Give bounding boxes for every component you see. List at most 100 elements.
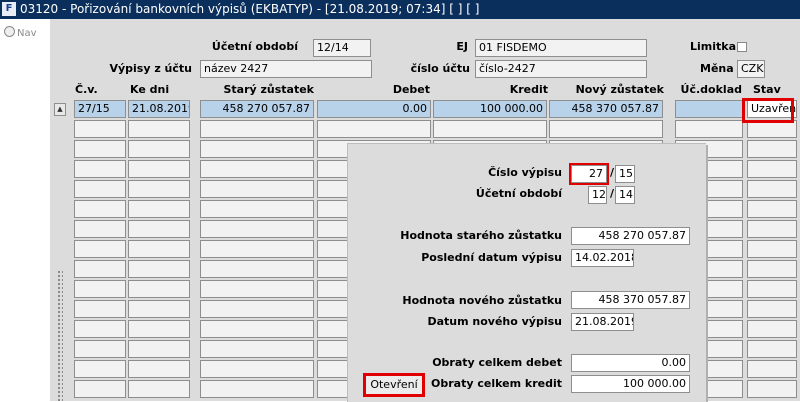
posledni-datum-field[interactable]: 14.02.2018 (571, 249, 634, 267)
cell-stav[interactable] (747, 360, 797, 378)
ej-label: EJ (456, 40, 468, 53)
cell-stav[interactable] (747, 260, 797, 278)
cell-ke-dni[interactable] (128, 160, 190, 178)
cell-ke-dni[interactable] (128, 180, 190, 198)
cell-stary-zustatek[interactable] (200, 240, 314, 258)
stary-zustatek-field[interactable]: 458 270 057.87 (571, 227, 690, 245)
col-header-stary-zustatek: Starý zůstatek (223, 83, 314, 96)
app-icon: F (2, 2, 16, 16)
cell-ke-dni[interactable] (128, 320, 190, 338)
cell-stav[interactable] (747, 160, 797, 178)
cell-stary-zustatek[interactable] (200, 140, 314, 158)
cell-cv[interactable] (74, 320, 126, 338)
col-header-ke-dni: Ke dni (130, 83, 170, 96)
cell-uc-doklad[interactable] (675, 100, 743, 118)
cell-stary-zustatek[interactable] (200, 280, 314, 298)
cell-ke-dni[interactable] (128, 380, 190, 398)
scrollbar-track[interactable] (57, 270, 63, 401)
radio-icon[interactable] (4, 26, 15, 37)
cislo-uctu-label: číslo účtu (410, 62, 470, 75)
cell-kredit[interactable] (433, 120, 547, 138)
datum-noveho-field[interactable]: 21.08.2019 (571, 313, 634, 331)
scroll-up-icon[interactable]: ▲ (54, 103, 66, 116)
ucetni-obdobi-month-field[interactable]: 12 (588, 186, 607, 204)
cell-cv[interactable]: 27/15 (74, 100, 126, 118)
novy-zustatek-field[interactable]: 458 370 057.87 (571, 291, 690, 309)
cell-stary-zustatek[interactable]: 458 270 057.87 (200, 100, 314, 118)
cell-ke-dni[interactable] (128, 200, 190, 218)
cell-ke-dni[interactable] (128, 140, 190, 158)
cell-ke-dni[interactable]: 21.08.2019 (128, 100, 190, 118)
cell-stav[interactable] (747, 140, 797, 158)
cell-cv[interactable] (74, 140, 126, 158)
cell-cv[interactable] (74, 240, 126, 258)
cell-novy-zustatek[interactable] (549, 120, 663, 138)
cell-cv[interactable] (74, 340, 126, 358)
cell-cv[interactable] (74, 300, 126, 318)
datum-noveho-label: Datum nového výpisu (427, 315, 562, 328)
ucetni-obdobi-field[interactable]: 12/14 (313, 39, 371, 57)
cell-cv[interactable] (74, 380, 126, 398)
cell-stary-zustatek[interactable] (200, 120, 314, 138)
cell-stary-zustatek[interactable] (200, 220, 314, 238)
cell-cv[interactable] (74, 160, 126, 178)
ucetni-obdobi-year-field[interactable]: 14 (615, 186, 635, 204)
vypisy-z-uctu-field[interactable]: název 2427 (200, 60, 372, 78)
otevreni-button[interactable]: Otevření (363, 373, 425, 397)
cell-cv[interactable] (74, 260, 126, 278)
limitka-checkbox[interactable] (737, 42, 747, 52)
vypisy-z-uctu-label: Výpisy z účtu (109, 62, 192, 75)
cell-ke-dni[interactable] (128, 220, 190, 238)
cislo-vypisu-field[interactable]: 27 (569, 163, 609, 185)
cell-debet[interactable] (317, 120, 431, 138)
cell-cv[interactable] (74, 200, 126, 218)
posledni-datum-label: Poslední datum výpisu (421, 251, 562, 264)
mena-field[interactable]: CZK (737, 60, 765, 78)
cell-ke-dni[interactable] (128, 260, 190, 278)
cell-stav[interactable] (747, 300, 797, 318)
cell-stav[interactable] (747, 320, 797, 338)
cell-ke-dni[interactable] (128, 240, 190, 258)
ej-field[interactable]: 01 FISDEMO (475, 39, 647, 57)
window-title: 03120 - Pořizování bankovních výpisů (EK… (20, 2, 480, 16)
ucetni-obdobi-dialog-label: Účetní období (475, 187, 562, 200)
cell-stav[interactable] (747, 340, 797, 358)
cell-cv[interactable] (74, 360, 126, 378)
cell-stary-zustatek[interactable] (200, 160, 314, 178)
cell-stary-zustatek[interactable] (200, 360, 314, 378)
cell-ke-dni[interactable] (128, 280, 190, 298)
stary-zustatek-label: Hodnota starého zůstatku (400, 229, 562, 242)
cell-cv[interactable] (74, 120, 126, 138)
cell-stav[interactable] (747, 280, 797, 298)
obraty-debet-field[interactable]: 0.00 (571, 354, 690, 372)
cell-stary-zustatek[interactable] (200, 320, 314, 338)
cell-stary-zustatek[interactable] (200, 200, 314, 218)
nav-label: Nav (17, 28, 37, 39)
cell-stary-zustatek[interactable] (200, 260, 314, 278)
cell-ke-dni[interactable] (128, 300, 190, 318)
cell-cv[interactable] (74, 220, 126, 238)
cell-stary-zustatek[interactable] (200, 380, 314, 398)
cell-stav[interactable] (747, 380, 797, 398)
cell-stav[interactable] (747, 220, 797, 238)
cell-cv[interactable] (74, 180, 126, 198)
cell-stav[interactable] (747, 240, 797, 258)
cell-stav[interactable] (747, 180, 797, 198)
cell-cv[interactable] (74, 280, 126, 298)
cell-stary-zustatek[interactable] (200, 340, 314, 358)
cell-ke-dni[interactable] (128, 340, 190, 358)
cell-stary-zustatek[interactable] (200, 300, 314, 318)
cell-kredit[interactable]: 100 000.00 (433, 100, 547, 118)
cislo-uctu-field[interactable]: číslo-2427 (475, 60, 647, 78)
cislo-vypisu-separator: / (610, 166, 615, 179)
cislo-vypisu-year-field[interactable]: 15 (615, 165, 635, 183)
cell-stary-zustatek[interactable] (200, 180, 314, 198)
cell-debet[interactable]: 0.00 (317, 100, 431, 118)
obraty-kredit-field[interactable]: 100 000.00 (571, 375, 690, 393)
cell-novy-zustatek[interactable]: 458 370 057.87 (549, 100, 663, 118)
nav-option[interactable]: Nav (4, 26, 37, 39)
cell-stav[interactable] (747, 200, 797, 218)
cell-ke-dni[interactable] (128, 360, 190, 378)
cell-ke-dni[interactable] (128, 120, 190, 138)
cell-uc-doklad[interactable] (675, 120, 743, 138)
